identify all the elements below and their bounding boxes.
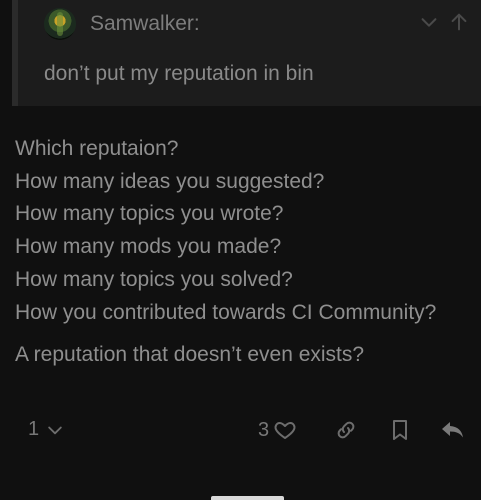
post-line: How many ideas you suggested? <box>15 169 325 193</box>
post-body: Which reputaion? How many ideas you sugg… <box>15 133 436 372</box>
reply-icon <box>440 418 466 442</box>
post-closing: A reputation that doesn’t even exists? <box>15 343 365 367</box>
post-line: How many topics you solved? <box>15 267 293 291</box>
post-line: How many topics you wrote? <box>15 202 284 226</box>
replies-count: 1 <box>28 418 40 440</box>
post-line: Which reputaion? <box>15 137 179 160</box>
quote-header: Samwalker: <box>44 6 200 42</box>
chevron-down-icon <box>45 420 65 440</box>
copy-link-button[interactable] <box>334 418 358 442</box>
link-icon <box>334 418 358 442</box>
bookmark-icon <box>389 418 411 442</box>
arrow-up-icon[interactable] <box>447 10 471 34</box>
bookmark-button[interactable] <box>389 418 411 442</box>
likes-count: 3 <box>258 418 270 441</box>
heart-icon <box>273 418 297 442</box>
post-actions: 1 3 <box>0 412 481 452</box>
quote-controls <box>417 10 471 34</box>
reply-button[interactable] <box>440 418 466 442</box>
quote-text: don’t put my reputation in bin <box>44 62 314 85</box>
chevron-down-icon[interactable] <box>417 10 441 34</box>
post-line: How many mods you made? <box>15 235 282 259</box>
avatar[interactable] <box>44 8 76 40</box>
scroll-handle[interactable] <box>211 496 284 500</box>
quote-block: Samwalker: don’t put my reputation in bi… <box>12 0 481 106</box>
quote-username[interactable]: Samwalker: <box>90 12 200 36</box>
like-button[interactable]: 3 <box>258 418 297 442</box>
replies-toggle-button[interactable]: 1 <box>28 418 65 441</box>
post-line: How you contributed towards CI Community… <box>15 300 437 324</box>
